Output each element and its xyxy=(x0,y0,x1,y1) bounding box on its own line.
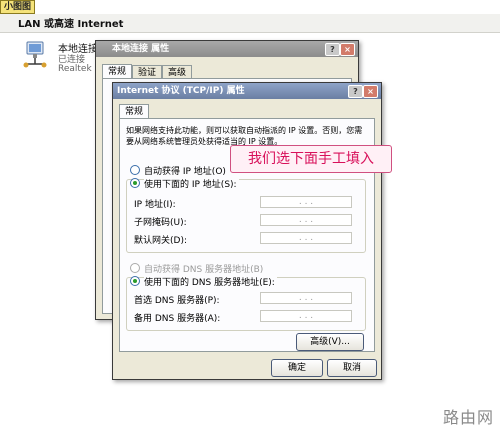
dns-manual-label[interactable]: 使用下面的 DNS 服务器地址(E): xyxy=(144,275,277,288)
tcpip-properties-dialog: Internet 协议 (TCP/IP) 属性 ? × 常规 如果网络支持此功能… xyxy=(112,82,382,380)
dns-auto-radio xyxy=(130,263,140,273)
advanced-button[interactable]: 高级(V)... xyxy=(296,333,364,351)
subnet-mask-field[interactable]: . . . xyxy=(260,214,352,226)
connection-adapter: Realtek xyxy=(58,64,92,74)
ip-address-field[interactable]: . . . xyxy=(260,196,352,208)
ip-auto-radio[interactable] xyxy=(130,165,140,175)
tag-label: 小图图 xyxy=(0,0,36,14)
cancel-button[interactable]: 取消 xyxy=(327,359,377,377)
subnet-mask-label: 子网掩码(U): xyxy=(134,218,187,228)
dialog-title: 本地连接 属性 xyxy=(112,44,170,54)
tab-general[interactable]: 常规 xyxy=(102,64,133,79)
default-gateway-field[interactable]: . . . xyxy=(260,232,352,244)
ok-button[interactable]: 确定 xyxy=(271,359,323,377)
annotation-callout: 我们选下面手工填入 xyxy=(230,145,392,173)
tcpip-description: 如果网络支持此功能，则可以获取自动指派的 IP 设置。否则，您需要从网络系统管理… xyxy=(126,126,363,146)
network-connection-icon[interactable] xyxy=(22,40,48,70)
close-button[interactable]: × xyxy=(340,43,355,56)
dialog-titlebar[interactable]: 本地连接 属性 ? × xyxy=(96,41,358,57)
ip-address-label: IP 地址(I): xyxy=(134,200,176,210)
tcpip-titlebar[interactable]: Internet 协议 (TCP/IP) 属性 ? × xyxy=(113,83,381,99)
tcpip-help-button[interactable]: ? xyxy=(348,85,363,98)
ip-manual-label[interactable]: 使用下面的 IP 地址(S): xyxy=(144,177,239,190)
dns-auto-label: 自动获得 DNS 服务器地址(B) xyxy=(144,265,264,275)
tcpip-close-button[interactable]: × xyxy=(363,85,378,98)
ip-auto-label[interactable]: 自动获得 IP 地址(O) xyxy=(144,164,226,177)
alternate-dns-label: 备用 DNS 服务器(A): xyxy=(134,314,221,324)
primary-dns-label: 首选 DNS 服务器(P): xyxy=(134,296,220,306)
tcpip-dialog-title: Internet 协议 (TCP/IP) 属性 xyxy=(117,86,245,96)
alternate-dns-field[interactable]: . . . xyxy=(260,310,352,322)
ip-manual-radio[interactable] xyxy=(130,178,140,188)
default-gateway-label: 默认网关(D): xyxy=(134,236,187,246)
section-title: LAN 或高速 Internet xyxy=(18,19,124,30)
watermark-text: 路由网 xyxy=(442,408,494,427)
dns-manual-radio[interactable] xyxy=(130,276,140,286)
help-button[interactable]: ? xyxy=(325,43,340,56)
tcpip-tab-general[interactable]: 常规 xyxy=(119,104,150,119)
primary-dns-field[interactable]: . . . xyxy=(260,292,352,304)
